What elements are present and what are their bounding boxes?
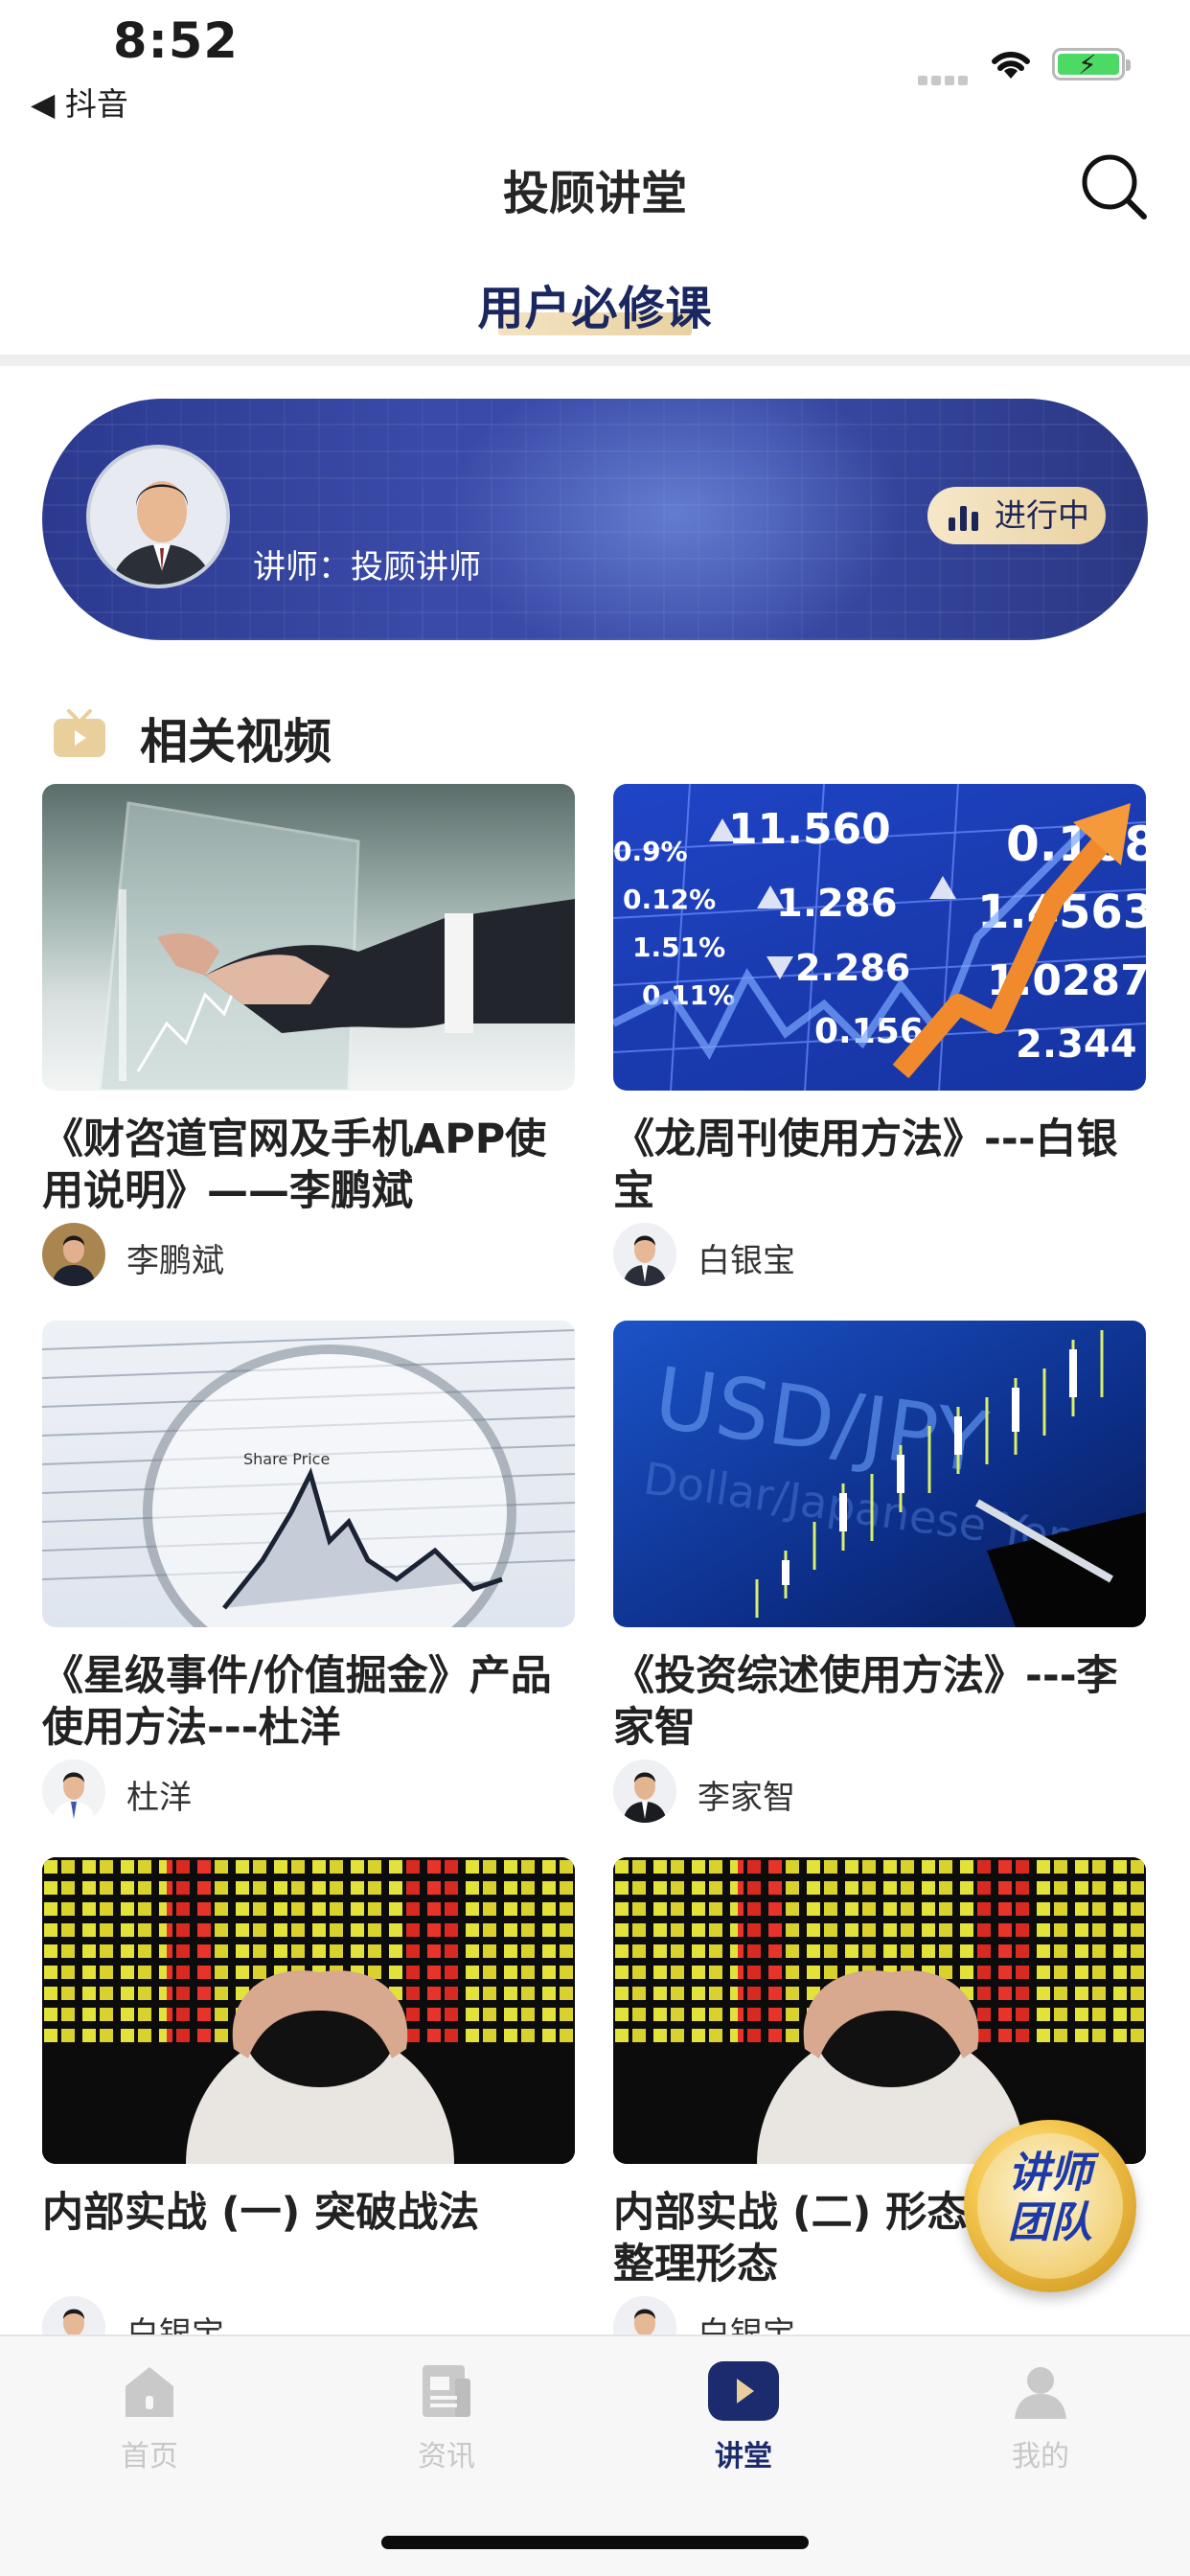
- tab-required-course[interactable]: 用户必修课: [0, 270, 1190, 353]
- author-avatar: [613, 1760, 676, 1823]
- nav-header: 投顾讲堂: [0, 134, 1190, 249]
- video-thumbnail[interactable]: USD/JPY Dollar/Japanese Yen: [613, 1321, 1146, 1627]
- video-card[interactable]: 《财咨道官网及手机APP使用说明》——李鹏斌 李鹏斌: [42, 784, 575, 1286]
- video-title[interactable]: 《投资综述使用方法》---李家智: [613, 1650, 1146, 1754]
- author-avatar: [42, 1760, 105, 1823]
- video-card[interactable]: USD/JPY Dollar/Japanese Yen 《投资综述使用方法》--…: [613, 1321, 1146, 1823]
- tab-news[interactable]: 资讯: [351, 2361, 542, 2474]
- lecturer-team-text: 讲师团队: [1008, 2149, 1092, 2247]
- ticker-value: 11.560: [728, 805, 891, 854]
- ticker-value: 0.9%: [613, 836, 688, 867]
- author-name: 李鹏斌: [126, 1242, 224, 1280]
- tab-mine-label: 我的: [1012, 2440, 1069, 2473]
- tab-home[interactable]: 首页: [54, 2361, 245, 2474]
- author-name: 李家智: [698, 1779, 795, 1817]
- user-icon: [1015, 2367, 1066, 2419]
- author-info: 李家智: [613, 1760, 1146, 1823]
- video-title[interactable]: 《星级事件/价值掘金》产品使用方法---杜洋: [42, 1650, 575, 1754]
- author-avatar: [42, 1223, 105, 1286]
- status-badge-label: 进行中: [995, 496, 1089, 534]
- status-bar: 8:52 ◀ 抖音 ⚡: [0, 0, 1190, 134]
- lecture-banner[interactable]: 讲师：投顾讲师 进行中: [42, 399, 1148, 640]
- video-card[interactable]: 内部实战 (一) 突破战法 白银宝: [42, 1857, 575, 2359]
- lecturer-team-button[interactable]: 讲师团队: [964, 2120, 1136, 2292]
- author-info: 李鹏斌: [42, 1223, 575, 1286]
- home-icon: [126, 2367, 173, 2417]
- video-thumbnail[interactable]: [613, 1857, 1146, 2164]
- ticker-value: 2.286: [795, 947, 910, 989]
- bar-chart-icon: [949, 502, 983, 531]
- status-badge: 进行中: [927, 487, 1106, 544]
- lecturer-avatar: [86, 445, 230, 588]
- video-title[interactable]: 《财咨道官网及手机APP使用说明》——李鹏斌: [42, 1114, 575, 1217]
- video-card[interactable]: 11.560 1.286 2.286 0.156 0.168 1.4563 1.…: [613, 784, 1146, 1286]
- tab-label: 用户必修课: [477, 282, 713, 335]
- banner-glow: [445, 399, 904, 640]
- video-thumbnail[interactable]: Share Price: [42, 1321, 575, 1627]
- battery-icon: ⚡: [1052, 48, 1131, 80]
- cellular-signal-icon: [918, 71, 972, 85]
- tab-news-label: 资讯: [418, 2440, 475, 2473]
- divider: [0, 355, 1190, 366]
- back-to-app-link[interactable]: ◀ 抖音: [31, 79, 128, 125]
- ticker-value: 2.344: [1016, 1023, 1137, 1067]
- wifi-icon: [992, 51, 1030, 79]
- search-icon[interactable]: [1079, 151, 1150, 222]
- play-icon: [708, 2361, 779, 2421]
- ticker-value: 0.12%: [623, 884, 716, 915]
- ticker-value: 1.286: [776, 882, 898, 926]
- page-title: 投顾讲堂: [502, 167, 687, 220]
- video-title[interactable]: 内部实战 (一) 突破战法: [42, 2187, 575, 2290]
- news-icon: [423, 2365, 470, 2417]
- chart-label: Share Price: [243, 1450, 330, 1468]
- video-title[interactable]: 《龙周刊使用方法》---白银宝: [613, 1114, 1146, 1217]
- video-thumbnail[interactable]: 11.560 1.286 2.286 0.156 0.168 1.4563 1.…: [613, 784, 1146, 1091]
- author-name: 杜洋: [126, 1779, 192, 1817]
- home-indicator: [381, 2536, 809, 2549]
- author-info: 杜洋: [42, 1760, 575, 1823]
- author-avatar: [613, 1223, 676, 1286]
- lecturer-name: 讲师：投顾讲师: [253, 548, 481, 586]
- tab-lecture-label: 讲堂: [715, 2440, 772, 2473]
- video-thumbnail[interactable]: [42, 1857, 575, 2164]
- tab-lecture[interactable]: 讲堂: [648, 2361, 839, 2474]
- author-name: 白银宝: [698, 1242, 795, 1280]
- author-info: 白银宝: [613, 1223, 1146, 1286]
- tab-mine[interactable]: 我的: [945, 2361, 1136, 2474]
- status-time: 8:52: [113, 13, 239, 70]
- section-title: 相关视频: [140, 714, 332, 770]
- lecturer-team-label: 讲师团队: [964, 2149, 1136, 2248]
- tv-icon: [54, 709, 105, 757]
- video-card[interactable]: Share Price 《星级事件/价值掘金》产品使用方法---杜洋 杜洋: [42, 1321, 575, 1823]
- video-thumbnail[interactable]: [42, 784, 575, 1091]
- ticker-value: 1.51%: [632, 932, 725, 963]
- tab-home-label: 首页: [121, 2440, 178, 2473]
